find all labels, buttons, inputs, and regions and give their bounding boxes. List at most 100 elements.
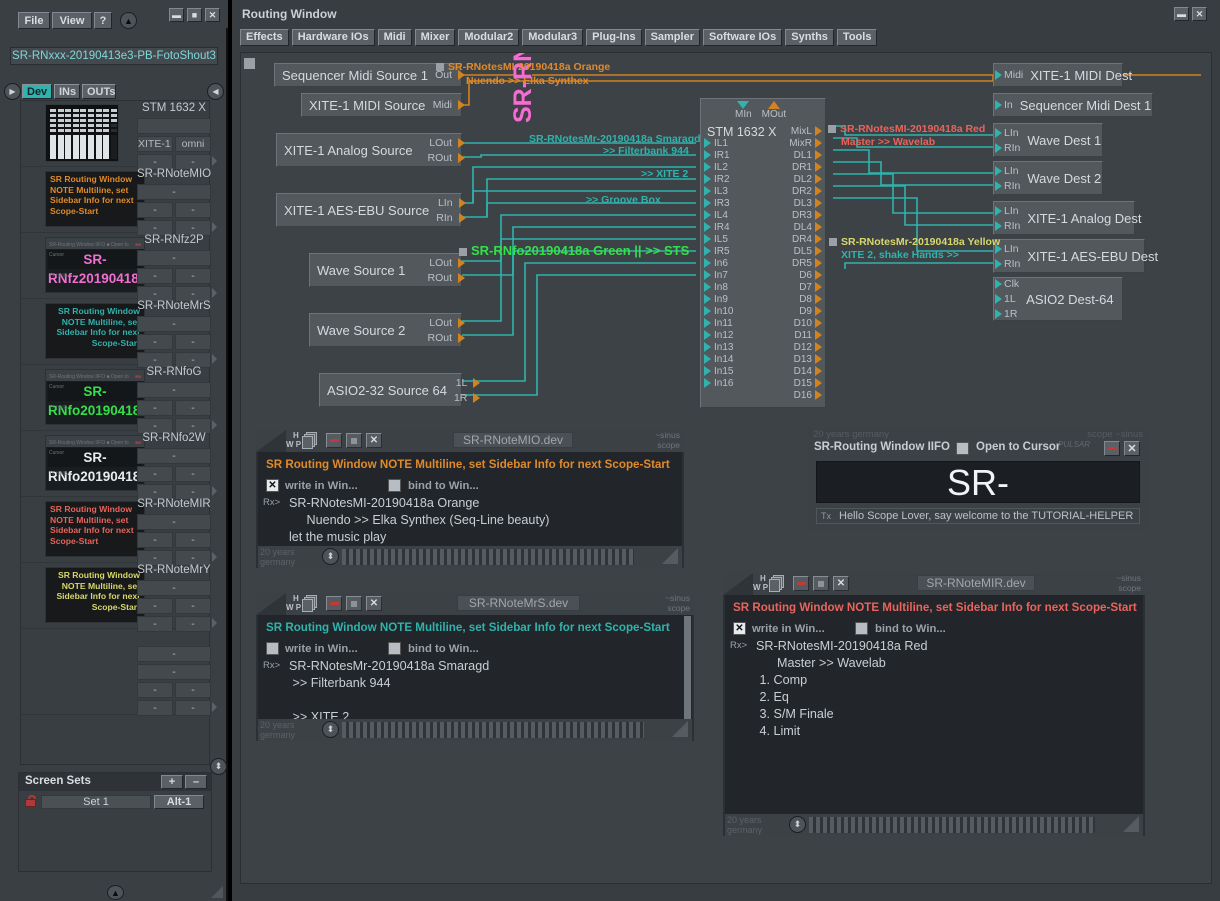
dev-scroll-updown-icon[interactable]: ⬍ xyxy=(322,721,339,738)
dev-message-text[interactable]: SR-RNotesMI-20190418a Red Master >> Wave… xyxy=(756,638,928,740)
device-expand-icon[interactable] xyxy=(212,354,217,364)
device-title[interactable]: SR-RNfz2P xyxy=(137,233,211,248)
routing-menu-effects[interactable]: Effects xyxy=(240,29,289,46)
mixer-input-port[interactable]: IR3 xyxy=(704,197,733,209)
destination-port[interactable]: LIn xyxy=(995,163,1020,178)
dev-window-mrs[interactable]: HW P✕SR-RNoteMrS.dev~sinusscopeSR Routin… xyxy=(256,593,694,741)
output-triangle-icon[interactable] xyxy=(459,198,466,208)
source-node[interactable]: Sequencer Midi Source 1Out xyxy=(274,63,462,87)
source-port[interactable]: ROut xyxy=(427,150,461,165)
dev-close-button[interactable]: ✕ xyxy=(366,433,382,448)
write-in-win-checkbox[interactable]: ✕ xyxy=(266,479,279,492)
routing-minimize-button[interactable]: ▬ xyxy=(1174,7,1189,21)
mixer-input-port[interactable]: In6 xyxy=(704,257,733,269)
cable-label[interactable]: >> Groove Box xyxy=(586,194,661,206)
dev-window-titlebar[interactable]: HW P✕SR-RNoteMIR.dev~sinusscope xyxy=(723,573,1145,595)
device-list-row[interactable]: SR-Routing Window IIFO ■ Open to Cursor■… xyxy=(21,233,209,299)
destination-port[interactable]: 1R xyxy=(995,307,1019,322)
dev-restore-button[interactable] xyxy=(813,576,829,591)
mixer-output-port[interactable]: D8 xyxy=(789,293,822,305)
mixer-output-port[interactable]: D10 xyxy=(789,317,822,329)
sidebar-minimize-button[interactable]: ▬ xyxy=(169,8,184,22)
destination-port[interactable]: LIn xyxy=(995,125,1020,140)
device-list-row[interactable]: SR-Routing Window IIFO ■ Open to Cursor■… xyxy=(21,431,209,497)
input-triangle-icon[interactable] xyxy=(995,206,1002,216)
device-field-3[interactable]: - xyxy=(175,268,211,284)
bind-to-win-checkbox[interactable] xyxy=(855,622,868,635)
device-field-1[interactable]: - xyxy=(137,382,211,398)
output-triangle-icon[interactable] xyxy=(459,213,466,223)
device-field-2[interactable]: - xyxy=(137,466,173,482)
mixer-input-port[interactable]: In7 xyxy=(704,269,733,281)
mixer-input-port[interactable]: In13 xyxy=(704,341,733,353)
device-list-row[interactable]: SR Routing Window NOTE Multiline, set Si… xyxy=(21,497,209,563)
routing-close-button[interactable]: ✕ xyxy=(1192,7,1207,21)
dev-minimize-button[interactable] xyxy=(326,433,342,448)
destination-port[interactable]: Midi xyxy=(995,68,1023,83)
mixer-output-port[interactable]: D9 xyxy=(789,305,822,317)
dev-resize-handle[interactable] xyxy=(672,721,688,737)
sidebar-bottom-logo-icon[interactable]: ▲ xyxy=(107,885,124,900)
source-port[interactable]: LOut xyxy=(427,255,461,270)
device-field-1[interactable]: - xyxy=(137,250,211,266)
destination-node[interactable]: Clk1L1RASIO2 Dest-64 xyxy=(993,277,1123,321)
mixer-output-port[interactable]: D16 xyxy=(789,389,822,401)
destination-node[interactable]: LInRInWave Dest 2 xyxy=(993,161,1103,195)
mixer-input-port[interactable]: In14 xyxy=(704,353,733,365)
cable-label[interactable]: >> Filterbank 944 xyxy=(603,145,689,157)
mixer-output-port[interactable]: D12 xyxy=(789,341,822,353)
mixer-output-port[interactable]: DL2 xyxy=(789,173,822,185)
menu-help[interactable]: ? xyxy=(94,12,112,29)
dev-grip-bar[interactable] xyxy=(809,817,1095,833)
device-field-4[interactable]: - xyxy=(137,700,173,716)
mixer-input-port[interactable]: IR5 xyxy=(704,245,733,257)
mixer-output-port[interactable]: DL1 xyxy=(789,149,822,161)
dev-minimize-button[interactable] xyxy=(326,596,342,611)
write-in-win-checkbox[interactable]: ✕ xyxy=(733,622,746,635)
source-node[interactable]: Wave Source 1LOutROut xyxy=(309,253,462,287)
device-title[interactable]: SR-RNoteMIR xyxy=(137,497,211,512)
menu-file[interactable]: File xyxy=(18,12,50,29)
device-field-3[interactable]: omni xyxy=(175,136,211,152)
source-port[interactable]: LOut xyxy=(427,135,461,150)
mixer-input-port[interactable]: In8 xyxy=(704,281,733,293)
device-title[interactable]: SR-RNfo2W xyxy=(137,431,211,446)
cable-label[interactable]: SR-RNotesMr-20190418a Yellow xyxy=(829,236,1000,248)
device-field-1[interactable]: - xyxy=(137,316,211,332)
device-field-2[interactable]: - xyxy=(137,268,173,284)
input-triangle-icon[interactable] xyxy=(995,294,1002,304)
mixer-input-port[interactable]: IR2 xyxy=(704,173,733,185)
source-port[interactable]: RIn xyxy=(436,210,461,225)
dev-window-mio[interactable]: HW P✕SR-RNoteMIO.dev~sinusscopeSR Routin… xyxy=(256,430,684,568)
screen-sets-remove-button[interactable]: – xyxy=(185,775,207,789)
input-triangle-icon[interactable] xyxy=(995,143,1002,153)
output-triangle-icon[interactable] xyxy=(458,138,465,148)
bind-to-win-checkbox[interactable] xyxy=(388,479,401,492)
device-title[interactable]: STM 1632 X xyxy=(137,101,211,116)
device-list-row[interactable]: SR Routing Window NOTE Multiline, set Si… xyxy=(21,299,209,365)
stack-windows-icon[interactable] xyxy=(302,432,319,449)
routing-menu-modular3[interactable]: Modular3 xyxy=(522,29,583,46)
device-field-3[interactable]: - xyxy=(175,598,211,614)
mixer-output-port[interactable]: DR5 xyxy=(789,257,822,269)
device-list[interactable]: STM 1632 XXITE-1 MIDIomni--SR Routing Wi… xyxy=(20,100,210,765)
device-field-1[interactable] xyxy=(137,118,211,134)
routing-menu-midi[interactable]: Midi xyxy=(378,29,412,46)
input-triangle-icon[interactable] xyxy=(995,221,1002,231)
routing-menu-mixer[interactable]: Mixer xyxy=(415,29,456,46)
stack-windows-icon[interactable] xyxy=(302,595,319,612)
mixer-output-port[interactable]: DL3 xyxy=(789,197,822,209)
source-node[interactable]: XITE-1 AES-EBU SourceLInRIn xyxy=(276,193,462,227)
routing-menu-synths[interactable]: Synths xyxy=(785,29,834,46)
routing-cable[interactable] xyxy=(460,263,696,381)
routing-menu-software-ios[interactable]: Software IOs xyxy=(703,29,782,46)
device-expand-icon[interactable] xyxy=(212,156,217,166)
mixer-input-port[interactable]: IL2 xyxy=(704,161,733,173)
device-field-1[interactable]: - xyxy=(137,664,211,680)
mixer-output-port[interactable]: DR3 xyxy=(789,209,822,221)
dev-scrollbar[interactable] xyxy=(683,615,692,719)
scroll-right-icon[interactable]: ◀ xyxy=(207,83,224,100)
menu-view[interactable]: View xyxy=(52,12,92,29)
output-triangle-icon[interactable] xyxy=(458,318,465,328)
mixer-output-port[interactable]: D14 xyxy=(789,365,822,377)
